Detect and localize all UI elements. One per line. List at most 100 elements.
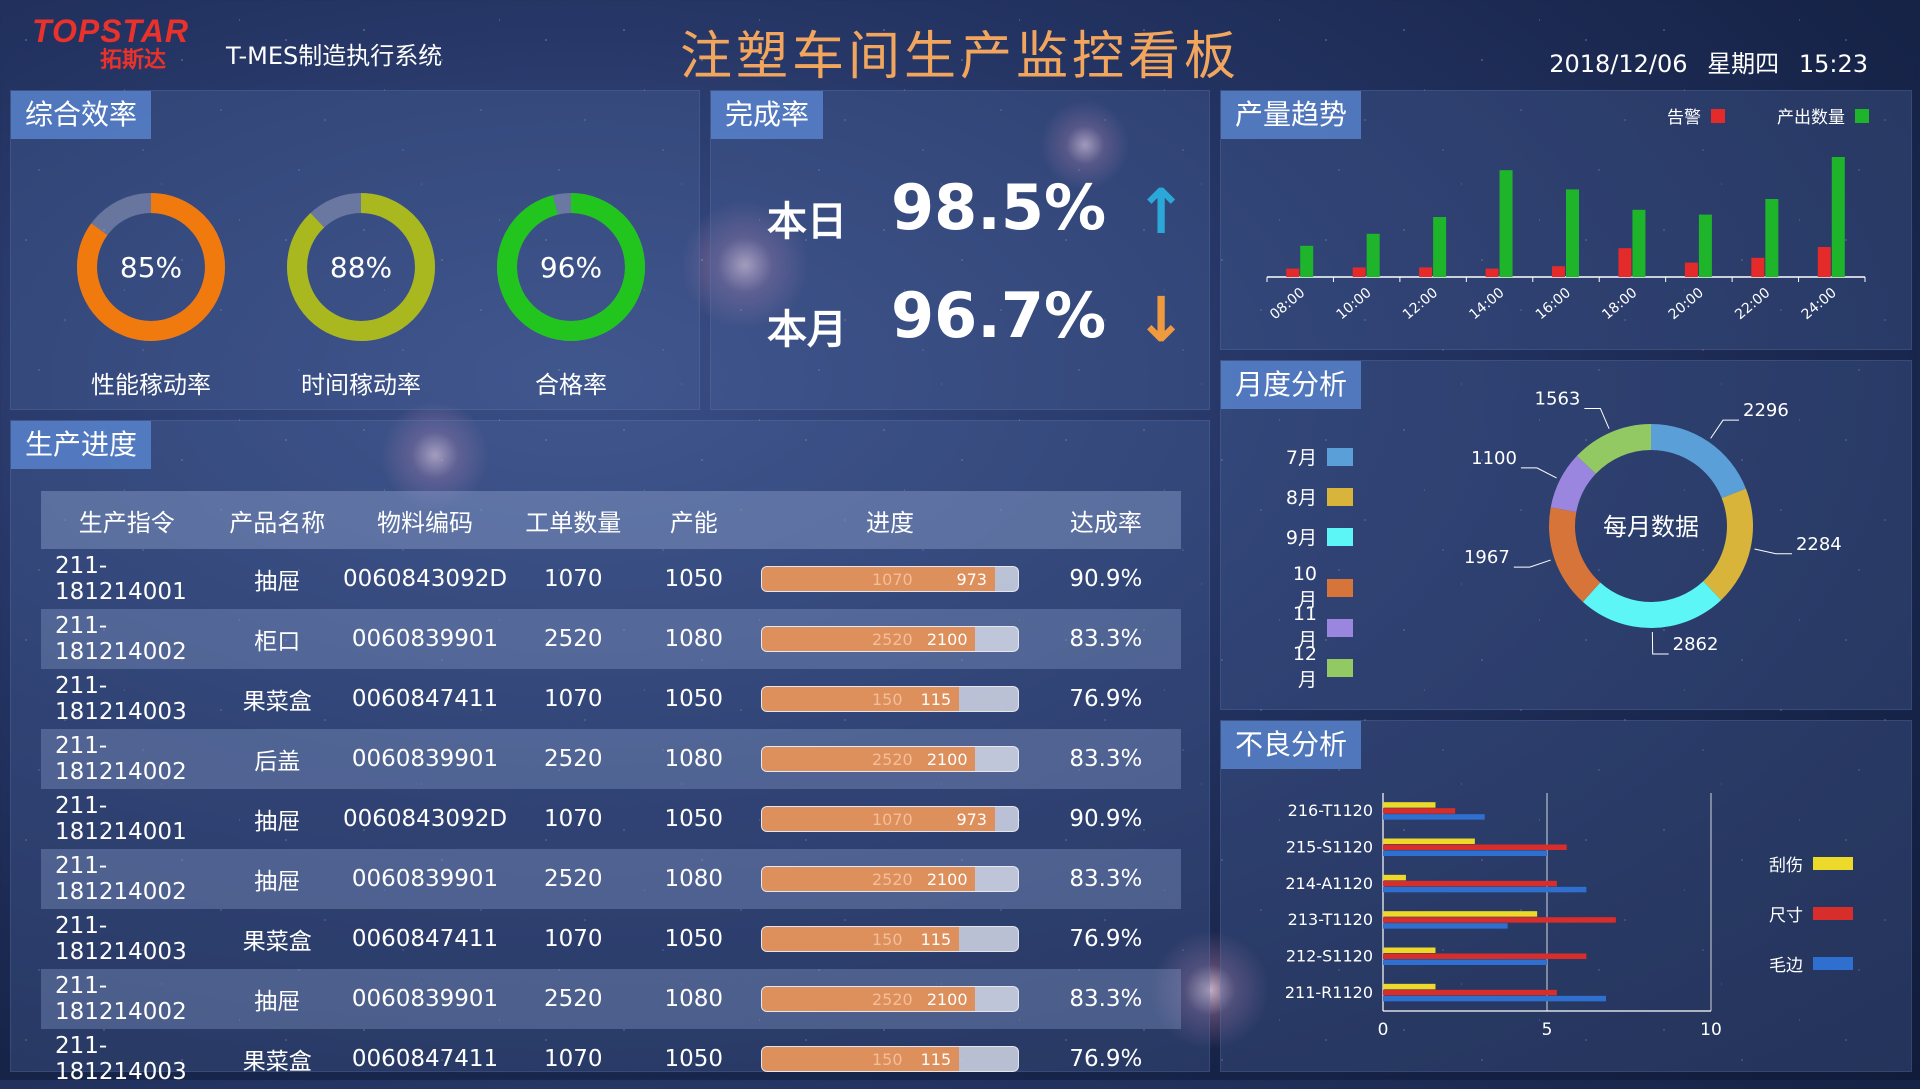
slice-value-label: 2862: [1673, 634, 1719, 655]
day-completion: 本日 98.5% ↑: [767, 171, 1187, 251]
label-leader: [1584, 407, 1610, 429]
donut-slice: [1576, 424, 1651, 474]
cell-qty: 1070: [543, 926, 603, 952]
arrow-down-icon: ↓: [1135, 283, 1187, 356]
cell-rate: 90.9%: [1069, 806, 1143, 832]
bar-alarm: [1352, 267, 1366, 277]
cell-progress: 2520 2100: [749, 609, 1031, 669]
cell-qty: 2520: [508, 729, 639, 789]
progress-total-label: 1070: [871, 810, 913, 829]
defect-bar: [1383, 874, 1406, 881]
bar-alarm: [1485, 268, 1499, 277]
bar-output: [1366, 233, 1380, 277]
date-text: 2018/12/06: [1549, 50, 1688, 78]
x-tick-label: 24:00: [1799, 285, 1840, 323]
cell-progress: 150 115: [749, 909, 1030, 969]
cell-rate: 76.9%: [1069, 926, 1143, 952]
bar-alarm: [1751, 257, 1765, 277]
cell-progress: 2520 2100: [749, 729, 1031, 789]
y-tick-label: 215-S1120: [1286, 838, 1373, 857]
progress-bar: 1070 973: [760, 566, 1019, 592]
bar-alarm: [1817, 247, 1831, 277]
column-header: 达成率: [1030, 491, 1181, 549]
progress-total-label: 2520: [871, 990, 913, 1009]
column-header: 进度: [749, 491, 1031, 549]
cell-qty: 2520: [508, 969, 639, 1029]
progress-total-label: 2520: [871, 750, 913, 769]
progress-bar: 2520 2100: [760, 746, 1019, 772]
defect-bar: [1383, 808, 1456, 814]
x-tick-label: 08:00: [1267, 285, 1308, 323]
label-leader: [1710, 419, 1740, 439]
cell-capacity: 1050: [664, 686, 724, 712]
label-leader: [1651, 631, 1669, 655]
x-tick-label: 22:00: [1732, 285, 1773, 323]
y-tick-label: 213-T1120: [1288, 910, 1373, 929]
gauge-ring: 85%: [77, 193, 225, 341]
donut-slice: [1651, 424, 1746, 499]
progress-done-label: 2100: [926, 990, 968, 1009]
cell-order: 211-181214002: [41, 849, 213, 909]
table-row: 211-181214001 抽屉 0060843092D 1070 1050 1070 97…: [41, 549, 1181, 609]
cell-progress: 2520 2100: [749, 849, 1031, 909]
cell-qty: 2520: [508, 609, 639, 669]
defect-bar: [1383, 947, 1436, 953]
cell-qty: 1070: [543, 806, 603, 832]
cell-qty: 1070: [543, 686, 603, 712]
cell-capacity: 1080: [638, 609, 750, 669]
cell-rate: 76.9%: [1069, 1046, 1143, 1072]
bar-output: [1433, 217, 1447, 277]
panel-title: 生产进度: [11, 421, 152, 469]
gauge-ring: 88%: [287, 193, 435, 341]
progress-bar: 2520 2100: [760, 866, 1019, 892]
day-label: 本日: [767, 199, 847, 245]
cell-material: 0060839901: [342, 609, 509, 669]
trend-chart: 08:00 10:00 12:00 14:00 16:00 18:00 20:00 22:00…: [1266, 157, 1866, 323]
cell-rate: 76.9%: [1069, 686, 1143, 712]
table-row: 211-181214002 后盖 0060839901 2520 1080 2520 210…: [41, 729, 1181, 789]
table-row: 211-181214003 果菜盒 0060847411 1070 1050 150 115…: [41, 909, 1181, 969]
bar-alarm: [1552, 266, 1565, 277]
gauge: 88% 时间稼动率: [281, 187, 441, 400]
defect-bar: [1383, 814, 1485, 820]
cell-product: 后盖: [212, 729, 342, 789]
gauge-label: 时间稼动率: [301, 371, 421, 399]
column-header: 生产指令: [41, 491, 213, 549]
cell-product: 抽屉: [254, 569, 301, 595]
month-completion: 本月 96.7% ↓: [767, 279, 1187, 359]
cell-material: 0060843092D: [343, 806, 508, 832]
y-tick-label: 212-S1120: [1286, 947, 1373, 966]
month-label: 本月: [767, 307, 847, 353]
gauge: 85% 性能稼动率: [71, 187, 231, 400]
cell-material: 0060847411: [351, 926, 499, 952]
column-header: 工单数量: [508, 491, 639, 549]
defect-bar: [1383, 911, 1538, 917]
bar-output: [1499, 170, 1513, 277]
table-row: 211-181214002 抽屉 0060839901 2520 1080 2520 210…: [41, 969, 1181, 1029]
donut-slice: [1549, 507, 1601, 602]
day-value: 98.5%: [891, 171, 1107, 244]
cell-progress: 150 115: [749, 1029, 1030, 1089]
cell-capacity: 1050: [664, 1046, 724, 1072]
cell-qty: 1070: [543, 1046, 603, 1072]
slice-value-label: 1100: [1471, 448, 1517, 469]
cell-product: 抽屉: [212, 969, 342, 1029]
x-tick-label: 14:00: [1466, 285, 1507, 323]
defect-bar: [1383, 850, 1547, 856]
cell-order: 211-181214003: [55, 1033, 187, 1085]
table-row: 211-181214003 果菜盒 0060847411 1070 1050 150 115…: [41, 669, 1181, 729]
progress-done-label: 115: [920, 1050, 952, 1069]
cell-rate: 83.3%: [1030, 849, 1181, 909]
gauge-value: 96%: [540, 251, 602, 284]
y-tick-label: 211-R1120: [1285, 983, 1373, 1002]
progress-total-label: 150: [871, 930, 903, 949]
x-tick-label: 18:00: [1599, 285, 1640, 323]
cell-material: 0060847411: [351, 686, 499, 712]
defect-bar: [1383, 953, 1587, 959]
datetime: 2018/12/06 星期四 15:23: [1537, 44, 1868, 79]
cell-material: 0060839901: [342, 729, 509, 789]
cell-product: 抽屉: [254, 809, 301, 835]
bar-output: [1698, 214, 1712, 277]
cell-rate: 83.3%: [1030, 729, 1181, 789]
gauge-value: 85%: [120, 251, 182, 284]
